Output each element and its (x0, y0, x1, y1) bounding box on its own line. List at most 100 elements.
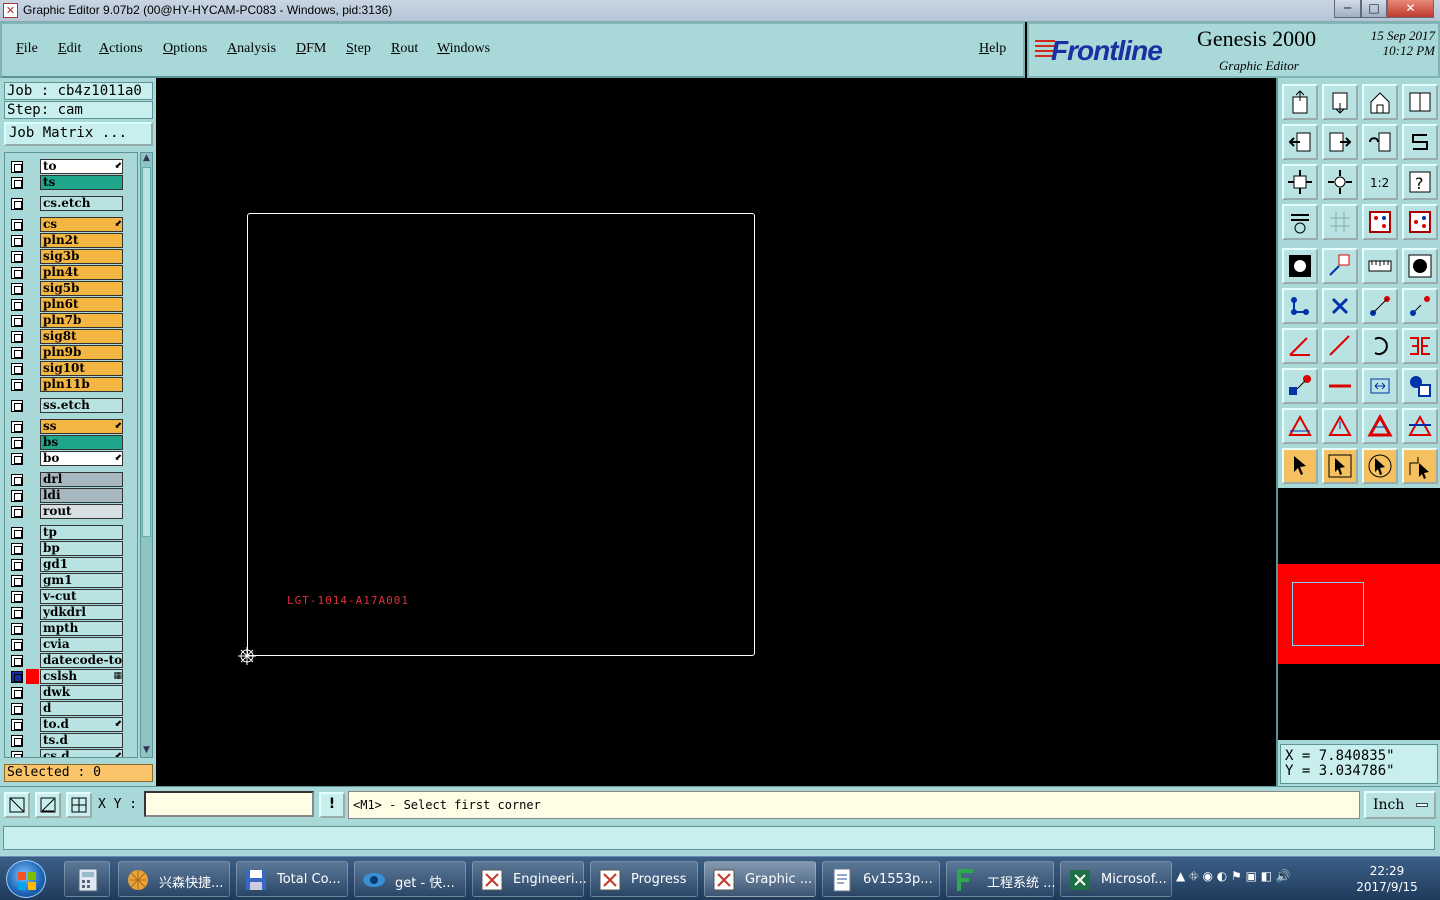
taskbar-item[interactable]: Graphic ... (704, 861, 816, 897)
layer-row-pln7b[interactable]: pln7b (5, 313, 137, 328)
taskbar-item[interactable]: Engineeri... (472, 861, 587, 897)
menu-dfm[interactable]: DFM (296, 41, 326, 57)
layer-row-dwk[interactable]: dwk (5, 685, 137, 700)
layer-checkbox[interactable] (11, 379, 23, 391)
tool-arc-text-2-button[interactable] (1322, 408, 1358, 444)
layer-checkbox[interactable] (11, 267, 23, 279)
scroll-thumb[interactable] (142, 167, 151, 537)
layer-row-ts-d[interactable]: ts.d (5, 733, 137, 748)
tool-layer-colors-button[interactable] (1362, 204, 1398, 240)
layer-row-drl[interactable]: drl (5, 472, 137, 487)
layer-checkbox[interactable] (11, 490, 23, 502)
tool-zoom-fit-button[interactable] (1282, 164, 1318, 200)
layer-checkbox[interactable] (11, 559, 23, 571)
layer-checkbox[interactable] (11, 543, 23, 555)
taskbar-item[interactable]: 工程系统 ... (946, 861, 1056, 897)
tool-zoom-home-button[interactable] (1322, 164, 1358, 200)
tool-select-pad-button[interactable] (1282, 248, 1318, 284)
job-matrix-button[interactable]: Job Matrix ... (4, 122, 153, 146)
menu-actions[interactable]: Actions (99, 41, 143, 57)
tool-pan-left-button[interactable] (1282, 124, 1318, 160)
layer-checkbox[interactable] (11, 623, 23, 635)
layer-row-pln9b[interactable]: pln9b (5, 345, 137, 360)
start-button[interactable] (6, 860, 46, 898)
tool-move-line-button[interactable] (1362, 288, 1398, 324)
xy-input[interactable] (144, 791, 314, 817)
layer-row-ydkdrl[interactable]: ydkdrl (5, 605, 137, 620)
tool-pan-right-button[interactable] (1322, 124, 1358, 160)
menu-file[interactable]: File (16, 41, 38, 57)
menu-analysis[interactable]: Analysis (227, 41, 276, 57)
layer-row-bp[interactable]: bp (5, 541, 137, 556)
execute-button[interactable]: ! (319, 792, 345, 818)
layer-row-cs-etch[interactable]: cs.etch (5, 196, 137, 211)
units-selector[interactable]: Inch (1364, 791, 1436, 819)
layer-checkbox[interactable] (11, 400, 23, 412)
layer-checkbox[interactable] (11, 751, 23, 757)
tool-move-endpoint-button[interactable] (1402, 288, 1438, 324)
scroll-up-icon[interactable]: ▲ (141, 153, 152, 165)
tool-pointer-select-button[interactable] (1282, 448, 1318, 484)
tool-help-query-button[interactable]: ? (1402, 164, 1438, 200)
close-button[interactable]: ✕ (1387, 0, 1434, 18)
tool-node-move-button[interactable] (1282, 368, 1318, 404)
tool-resize-box-button[interactable] (1362, 368, 1398, 404)
layer-row-to[interactable]: to ⬋ (5, 159, 137, 174)
layer-checkbox[interactable] (11, 575, 23, 587)
layer-checkbox[interactable] (11, 331, 23, 343)
layer-row-pln11b[interactable]: pln11b (5, 377, 137, 392)
layer-row-gd1[interactable]: gd1 (5, 557, 137, 572)
layer-checkbox[interactable] (11, 474, 23, 486)
tool-add-line-button[interactable] (1322, 328, 1358, 364)
taskbar-item[interactable]: 6v1553p... (822, 861, 940, 897)
layer-row-tp[interactable]: tp (5, 525, 137, 540)
menu-help[interactable]: Help (979, 41, 1006, 57)
layer-row-cvia[interactable]: cvia (5, 637, 137, 652)
menu-edit[interactable]: Edit (58, 41, 81, 57)
layer-row-cs[interactable]: cs ⬋ (5, 217, 137, 232)
angle-mode-button[interactable] (35, 792, 61, 818)
tool-pointer-circle-button[interactable] (1362, 448, 1398, 484)
menu-rout[interactable]: Rout (391, 41, 418, 57)
tool-pointer-box-button[interactable] (1322, 448, 1358, 484)
layer-row-v-cut[interactable]: v-cut (5, 589, 137, 604)
layer-row-sig8t[interactable]: sig8t (5, 329, 137, 344)
layer-row-sig10t[interactable]: sig10t (5, 361, 137, 376)
tool-home-view-button[interactable] (1362, 84, 1398, 120)
tool-fill-circle-button[interactable] (1402, 248, 1438, 284)
layer-checkbox[interactable] (11, 607, 23, 619)
tool-measure-wrench-button[interactable] (1282, 204, 1318, 240)
layer-row-pln4t[interactable]: pln4t (5, 265, 137, 280)
tool-layer-settings-button[interactable] (1402, 204, 1438, 240)
layer-checkbox[interactable] (11, 639, 23, 651)
layer-row-cs-d[interactable]: cs.d ⬋ (5, 749, 137, 757)
tool-arc-text-1-button[interactable] (1282, 408, 1318, 444)
tool-undo-zoom-button[interactable] (1362, 124, 1398, 160)
tool-add-angle-button[interactable] (1282, 328, 1318, 364)
layer-checkbox[interactable] (11, 161, 23, 173)
taskbar-clock[interactable]: 22:29 2017/9/15 (1352, 863, 1422, 895)
maximize-button[interactable]: □ (1361, 0, 1387, 18)
layer-checkbox[interactable] (11, 283, 23, 295)
layer-checkbox[interactable] (11, 363, 23, 375)
tool-connect-nodes-button[interactable] (1282, 288, 1318, 324)
tool-arc-text-3-button[interactable] (1362, 408, 1398, 444)
layer-row-mpth[interactable]: mpth (5, 621, 137, 636)
tool-measure-ruler-button[interactable] (1362, 248, 1398, 284)
grid-mode-button[interactable] (66, 792, 92, 818)
tool-redraw-button[interactable] (1402, 124, 1438, 160)
layer-checkbox[interactable] (11, 198, 23, 210)
layer-row-ts[interactable]: ts (5, 175, 137, 190)
tool-arc-text-4-button[interactable] (1402, 408, 1438, 444)
layer-row-rout[interactable]: rout (5, 504, 137, 519)
scroll-down-icon[interactable]: ▼ (141, 745, 152, 757)
layer-checkbox[interactable] (11, 506, 23, 518)
taskbar-item[interactable]: Total Co... (236, 861, 348, 897)
layer-row-sig3b[interactable]: sig3b (5, 249, 137, 264)
overview-map[interactable] (1278, 488, 1440, 740)
taskbar-item[interactable]: get - 快... (354, 861, 466, 897)
layer-row-sig5b[interactable]: sig5b (5, 281, 137, 296)
layer-checkbox[interactable] (11, 219, 23, 231)
tool-select-area-button[interactable] (1322, 248, 1358, 284)
menu-windows[interactable]: Windows (437, 41, 490, 57)
